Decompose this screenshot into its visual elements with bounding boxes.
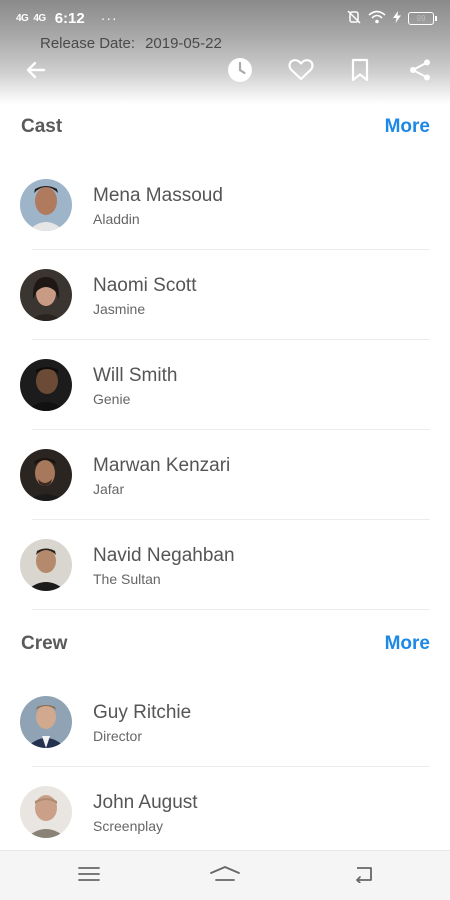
cast-row[interactable]: Mena Massoud Aladdin bbox=[20, 160, 430, 250]
home-button[interactable] bbox=[210, 863, 240, 889]
back-icon bbox=[351, 865, 375, 888]
silent-icon bbox=[347, 9, 361, 27]
app-bar bbox=[0, 56, 450, 88]
battery-icon: 99 bbox=[408, 11, 437, 25]
battery-level: 99 bbox=[416, 13, 426, 23]
back-button[interactable] bbox=[22, 58, 50, 86]
avatar bbox=[20, 539, 72, 591]
share-icon bbox=[408, 58, 432, 87]
avatar bbox=[20, 786, 72, 838]
signal-4g-2: 4G bbox=[33, 12, 46, 24]
bookmark-icon bbox=[350, 58, 370, 87]
crew-section-header: Crew More bbox=[21, 633, 430, 655]
top-overlay: 4G 4G 6:12 ··· 99 bbox=[0, 0, 450, 104]
home-icon bbox=[209, 864, 241, 889]
crew-row[interactable]: Guy Ritchie Director bbox=[20, 677, 430, 767]
crew-row[interactable]: John August Screenplay bbox=[20, 767, 430, 857]
clock-icon bbox=[227, 57, 253, 88]
avatar bbox=[20, 696, 72, 748]
release-date: Release Date: 2019-05-22 bbox=[40, 35, 222, 52]
person-role: Director bbox=[93, 727, 143, 744]
avatar bbox=[20, 179, 72, 231]
release-date-label: Release Date: bbox=[40, 35, 136, 52]
back-nav-button[interactable] bbox=[348, 863, 378, 889]
avatar bbox=[20, 359, 72, 411]
heart-icon bbox=[288, 58, 314, 87]
cast-title: Cast bbox=[21, 116, 63, 137]
person-role: Genie bbox=[93, 390, 131, 407]
person-role: Jafar bbox=[93, 480, 125, 497]
person-name: Marwan Kenzari bbox=[93, 454, 231, 476]
person-role: Jasmine bbox=[93, 300, 146, 317]
person-name: John August bbox=[93, 791, 198, 813]
divider bbox=[32, 609, 430, 610]
status-bar: 4G 4G 6:12 ··· 99 bbox=[0, 0, 450, 36]
person-role: The Sultan bbox=[93, 570, 161, 587]
more-notifications-icon: ··· bbox=[100, 10, 118, 26]
avatar bbox=[20, 269, 72, 321]
person-name: Navid Negahban bbox=[93, 544, 235, 566]
person-role: Aladdin bbox=[93, 210, 140, 227]
cast-row[interactable]: Naomi Scott Jasmine bbox=[20, 250, 430, 340]
wifi-icon bbox=[368, 10, 386, 27]
cast-more-link[interactable]: More bbox=[385, 116, 430, 138]
cast-section-header: Cast More bbox=[21, 116, 430, 138]
status-time: 6:12 bbox=[54, 9, 85, 27]
watch-later-button[interactable] bbox=[226, 57, 254, 88]
person-name: Guy Ritchie bbox=[93, 701, 192, 723]
release-date-value: 2019-05-22 bbox=[145, 35, 222, 52]
crew-title: Crew bbox=[21, 633, 68, 654]
person-name: Mena Massoud bbox=[93, 184, 223, 206]
cast-row[interactable]: Will Smith Genie bbox=[20, 340, 430, 430]
bookmark-button[interactable] bbox=[346, 58, 374, 86]
signal-4g-1: 4G bbox=[16, 12, 29, 24]
crew-more-link[interactable]: More bbox=[385, 633, 430, 655]
menu-button[interactable] bbox=[74, 863, 104, 889]
person-name: Will Smith bbox=[93, 364, 178, 386]
cast-row[interactable]: Navid Negahban The Sultan bbox=[20, 520, 430, 610]
menu-icon bbox=[77, 865, 101, 888]
back-arrow-icon bbox=[24, 58, 48, 87]
cast-row[interactable]: Marwan Kenzari Jafar bbox=[20, 430, 430, 520]
person-name: Naomi Scott bbox=[93, 274, 197, 296]
system-nav-bar bbox=[0, 850, 450, 900]
favorite-button[interactable] bbox=[287, 58, 315, 86]
avatar bbox=[20, 449, 72, 501]
person-role: Screenplay bbox=[93, 817, 164, 834]
charging-icon bbox=[393, 10, 401, 26]
share-button[interactable] bbox=[406, 58, 434, 86]
